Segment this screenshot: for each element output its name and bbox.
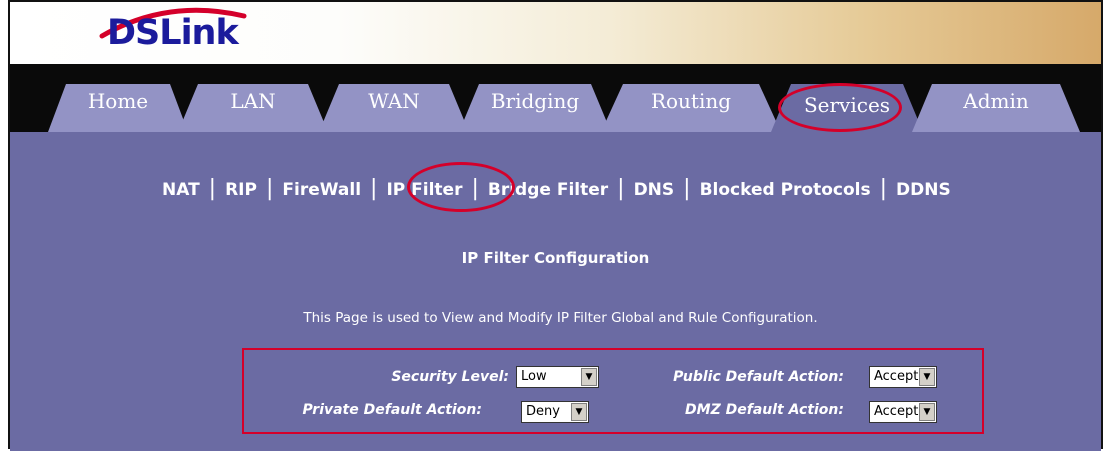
page-description: This Page is used to View and Modify IP … <box>303 310 818 326</box>
select-value: Accept <box>874 369 919 384</box>
security-level-label: Security Level: <box>391 369 509 385</box>
public-default-action-label: Public Default Action: <box>673 369 844 385</box>
content-area: NAT | RIP | FireWall | IP Filter | Bridge Filter… <box>10 132 1101 451</box>
separator: | <box>617 176 625 201</box>
separator: | <box>370 176 378 201</box>
page-title: IP Filter Configuration <box>461 249 650 267</box>
tab-admin[interactable]: Admin <box>912 84 1080 132</box>
dmz-default-action-label: DMZ Default Action: <box>685 402 844 418</box>
select-value: Deny <box>526 404 560 419</box>
tab-label: Home <box>87 89 149 113</box>
subnav-dns[interactable]: DNS <box>634 180 675 200</box>
tab-label: Bridging <box>490 89 580 113</box>
select-value: Low <box>521 369 547 384</box>
separator: | <box>265 176 274 201</box>
subnav-blocked-protocols[interactable]: Blocked Protocols <box>700 180 871 200</box>
separator: | <box>683 176 691 201</box>
subnav-nat[interactable]: NAT <box>162 180 200 200</box>
global-config-panel: Security Level: Low ▼ Private Default Ac… <box>242 348 984 434</box>
chevron-down-icon[interactable]: ▼ <box>919 403 935 421</box>
tab-lan[interactable]: LAN <box>178 84 328 132</box>
separator: | <box>208 176 217 201</box>
chevron-down-icon[interactable]: ▼ <box>571 403 587 421</box>
tab-label: Routing <box>650 89 732 113</box>
dmz-default-action-select[interactable]: Accept ▼ <box>869 401 937 423</box>
tab-home[interactable]: Home <box>48 84 188 132</box>
main-nav-tabs: Home LAN WAN Bridging Routing Services A… <box>10 64 1101 132</box>
tab-label: WAN <box>368 89 420 113</box>
chevron-down-icon[interactable]: ▼ <box>581 368 597 386</box>
header-banner: DSLink <box>10 2 1101 64</box>
tab-label: LAN <box>230 89 276 113</box>
tab-label: Admin <box>963 89 1029 113</box>
subnav-firewall[interactable]: FireWall <box>282 180 361 200</box>
select-value: Accept <box>874 404 919 419</box>
services-highlight-ellipse <box>778 83 902 132</box>
tab-wan[interactable]: WAN <box>319 84 469 132</box>
tab-routing[interactable]: Routing <box>601 84 781 132</box>
tab-bridging[interactable]: Bridging <box>459 84 611 132</box>
chevron-down-icon[interactable]: ▼ <box>919 368 935 386</box>
public-default-action-select[interactable]: Accept ▼ <box>869 366 937 388</box>
router-admin-window: DSLink Home LAN WAN Bridging Routing Ser… <box>8 0 1103 451</box>
separator: | <box>879 176 888 201</box>
brand-logo[interactable]: DSLink <box>107 16 239 51</box>
subnav-ddns[interactable]: DDNS <box>896 180 951 200</box>
security-level-select[interactable]: Low ▼ <box>516 366 599 388</box>
private-default-action-select[interactable]: Deny ▼ <box>521 401 589 423</box>
services-subnav: NAT | RIP | FireWall | IP Filter | Bridge Filter… <box>162 176 951 201</box>
subnav-rip[interactable]: RIP <box>225 180 257 200</box>
private-default-action-label: Private Default Action: <box>302 402 482 418</box>
ip-filter-highlight-ellipse <box>407 162 515 212</box>
